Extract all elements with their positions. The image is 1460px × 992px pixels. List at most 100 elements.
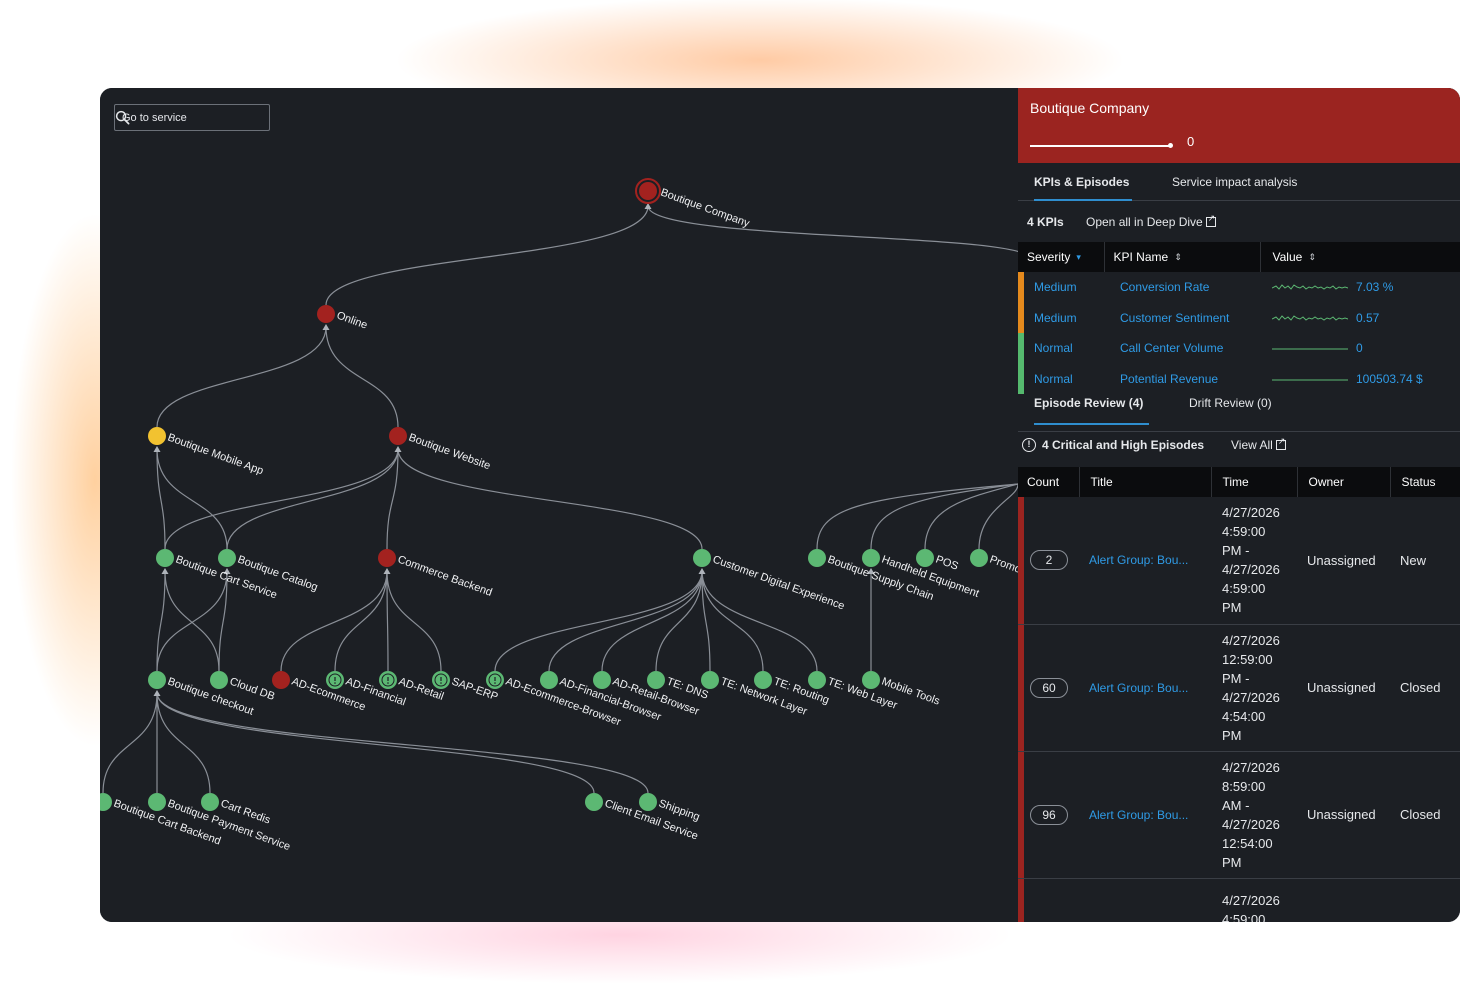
node-label: Customer Digital Experience: [711, 554, 846, 613]
time-line: 4:59:00: [1222, 581, 1266, 597]
node-circle: [593, 671, 611, 689]
external-link-icon: [1275, 436, 1286, 450]
episode-status: Closed: [1390, 751, 1460, 879]
tab-service-impact-analysis[interactable]: Service impact analysis: [1172, 175, 1297, 189]
time-line: PM: [1222, 727, 1242, 743]
node-circle: [808, 671, 826, 689]
column-value[interactable]: Value ⇕: [1260, 242, 1460, 272]
episode-row[interactable]: 2 Alert Group: Bou... 4/27/2026 4:59:00 PM -…: [1018, 497, 1460, 625]
node-circle: [916, 549, 934, 567]
kpi-value-text: 7.03 %: [1356, 280, 1394, 295]
episode-time: 4/27/2026 4:59:00 PM - 4/27/2026 4:59:00 PM: [1211, 497, 1297, 625]
arrow-head: [698, 568, 706, 574]
node-circle: [148, 427, 166, 445]
arrow-head: [161, 568, 169, 574]
kpi-row[interactable]: Normal Call Center Volume 0: [1018, 333, 1460, 364]
node-circle: [701, 671, 719, 689]
service-node-promo[interactable]: Promo: [970, 549, 1018, 576]
column-status[interactable]: Status: [1390, 467, 1460, 497]
kpi-severity: Medium: [1018, 272, 1104, 303]
column-value-label: Value: [1272, 250, 1303, 264]
tab-episode-review[interactable]: Episode Review (4): [1034, 396, 1143, 410]
sort-icon: ⇕: [1174, 252, 1182, 262]
service-tree-canvas[interactable]: Boutique Company Online Boutique Mobile Ap…: [100, 88, 1018, 922]
kpi-row[interactable]: Normal Potential Revenue 100503.74 $: [1018, 363, 1460, 395]
node-label: Boutique Mobile App: [166, 432, 265, 478]
column-kpi-name[interactable]: KPI Name ⇕: [1104, 242, 1261, 272]
service-node-boutique-company[interactable]: Boutique Company: [635, 178, 751, 230]
episode-time: 4/27/2026 4:59:00: [1211, 878, 1297, 922]
open-deep-dive-link[interactable]: Open all in Deep Dive: [1086, 213, 1216, 229]
app-window: Boutique Company Online Boutique Mobile Ap…: [100, 88, 1460, 922]
kpi-value-text: 100503.74 $: [1356, 371, 1423, 386]
episode-row[interactable]: 96 Alert Group: Bou... 4/27/2026 8:59:00 AM …: [1018, 751, 1460, 879]
time-line: 4/27/2026: [1222, 562, 1280, 578]
node-circle: [639, 182, 657, 200]
edge-link: [325, 326, 399, 428]
kpi-name-link[interactable]: Potential Revenue: [1104, 364, 1260, 395]
column-kpi-name-label: KPI Name: [1113, 250, 1169, 264]
column-owner[interactable]: Owner: [1297, 467, 1391, 497]
search-input[interactable]: [122, 111, 242, 124]
column-title[interactable]: Title: [1079, 467, 1212, 497]
sparkline: [1272, 379, 1348, 381]
episode-title-link[interactable]: Alert Group: Bou...: [1079, 751, 1211, 879]
kpi-row[interactable]: Medium Customer Sentiment 0.57: [1018, 302, 1460, 334]
main-tabs: KPIs & Episodes Service impact analysis: [1018, 163, 1460, 201]
kpi-table-header: Severity ▾ KPI Name ⇕ Value ⇕: [1018, 242, 1460, 272]
episode-owner: [1297, 878, 1390, 922]
service-node-commerce-backend[interactable]: Commerce Backend: [378, 549, 494, 599]
time-line: 4/27/2026: [1222, 505, 1280, 521]
edge-link: [156, 692, 211, 794]
nodes[interactable]: Boutique Company Online Boutique Mobile Ap…: [100, 178, 1018, 853]
episode-row[interactable]: 60 Alert Group: Bou... 4/27/2026 12:59:00 PM…: [1018, 624, 1460, 752]
panel-title: Boutique Company: [1030, 100, 1150, 116]
episode-status: Closed: [1390, 624, 1460, 752]
column-time[interactable]: Time: [1211, 467, 1298, 497]
kpi-name-link[interactable]: Customer Sentiment: [1104, 303, 1260, 334]
edge-link: [325, 205, 649, 306]
kpi-name-link[interactable]: Conversion Rate: [1104, 272, 1260, 303]
episodes-heading: ! 4 Critical and High Episodes: [1022, 438, 1204, 452]
tab-kpis-episodes[interactable]: KPIs & Episodes: [1034, 175, 1129, 189]
node-label: Online: [335, 310, 369, 332]
node-circle: [862, 671, 880, 689]
episode-count: 96: [1018, 751, 1079, 879]
column-severity[interactable]: Severity ▾: [1018, 242, 1105, 272]
episode-title-link[interactable]: Alert Group: Bou...: [1079, 497, 1211, 625]
go-to-service-search[interactable]: [114, 104, 270, 131]
search-icon[interactable]: [115, 110, 130, 125]
open-deep-dive-label: Open all in Deep Dive: [1086, 215, 1203, 229]
column-severity-label: Severity: [1027, 250, 1071, 264]
column-count[interactable]: Count: [1018, 467, 1080, 497]
node-circle: [378, 549, 396, 567]
kpi-severity: Medium: [1018, 302, 1104, 334]
service-map[interactable]: Boutique Company Online Boutique Mobile Ap…: [100, 88, 1018, 922]
time-line: 4/27/2026: [1222, 759, 1280, 775]
tab-drift-review[interactable]: Drift Review (0): [1189, 396, 1272, 410]
kpi-value: 100503.74 $: [1260, 364, 1460, 395]
episode-row[interactable]: 4/27/2026 4:59:00: [1018, 878, 1460, 922]
kpi-value-text: 0.57: [1356, 310, 1380, 325]
node-circle: [970, 549, 988, 567]
sparkline: [1272, 284, 1348, 290]
episode-title-link[interactable]: [1079, 878, 1211, 922]
episode-owner: Unassigned: [1297, 624, 1390, 752]
node-circle: [218, 549, 236, 567]
kpi-severity: Normal: [1018, 363, 1104, 395]
node-circle: [540, 671, 558, 689]
kpi-row[interactable]: Medium Conversion Rate 7.03 %: [1018, 272, 1460, 303]
episode-title-link[interactable]: Alert Group: Bou...: [1079, 624, 1211, 752]
service-node-boutique-mobile-app[interactable]: Boutique Mobile App: [148, 427, 265, 477]
node-circle: [862, 549, 880, 567]
kpi-value-text: 0: [1356, 341, 1363, 356]
view-all-link[interactable]: View All: [1231, 436, 1286, 452]
node-circle: [210, 671, 228, 689]
arrow-head: [383, 568, 391, 574]
kpi-name-link[interactable]: Call Center Volume: [1104, 333, 1260, 364]
kpi-value: 0: [1260, 333, 1460, 364]
edge-link: [156, 570, 166, 672]
service-node-boutique-website[interactable]: Boutique Website: [389, 427, 492, 472]
service-node-boutique-cart-service[interactable]: Boutique Cart Service: [156, 549, 279, 601]
node-circle: [639, 793, 657, 811]
